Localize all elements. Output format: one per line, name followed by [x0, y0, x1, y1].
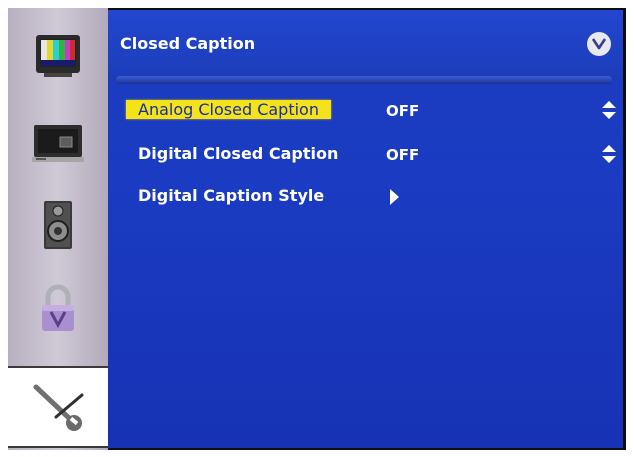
up-down-icon[interactable] — [601, 100, 617, 120]
menu-row-label: Digital Caption Style — [138, 186, 325, 205]
menu-row-label: Analog Closed Caption — [126, 100, 331, 119]
sidebar-item-setup[interactable] — [8, 104, 108, 182]
vizio-logo-icon — [587, 32, 611, 56]
sidebar-item-settings[interactable] — [8, 366, 108, 448]
menu-row-value: OFF — [386, 102, 420, 120]
speaker-icon — [44, 201, 72, 249]
sidebar-item-audio[interactable] — [8, 186, 108, 264]
menu-row-digital-caption-style[interactable]: Digital Caption Style — [108, 184, 623, 212]
category-sidebar — [8, 8, 108, 450]
menu-row-value: OFF — [386, 146, 420, 164]
color-bars-tv-icon — [36, 35, 80, 77]
page-title: Closed Caption — [120, 34, 256, 53]
sidebar-item-picture[interactable] — [8, 16, 108, 94]
header-divider — [116, 76, 612, 84]
menu-panel: Closed Caption Analog Closed Caption OFF… — [108, 10, 623, 448]
menu-header: Closed Caption — [108, 10, 623, 80]
menu-row-label: Digital Closed Caption — [138, 144, 339, 163]
arrow-right-icon[interactable] — [388, 188, 400, 206]
menu-row-digital-closed-caption[interactable]: Digital Closed Caption OFF — [108, 142, 623, 170]
monitor-icon — [32, 125, 84, 162]
sidebar-item-parental-control[interactable] — [8, 270, 108, 348]
wrench-icon — [33, 384, 84, 431]
menu-row-analog-closed-caption[interactable]: Analog Closed Caption OFF — [108, 98, 623, 126]
up-down-icon[interactable] — [601, 144, 617, 164]
padlock-icon — [42, 284, 74, 331]
